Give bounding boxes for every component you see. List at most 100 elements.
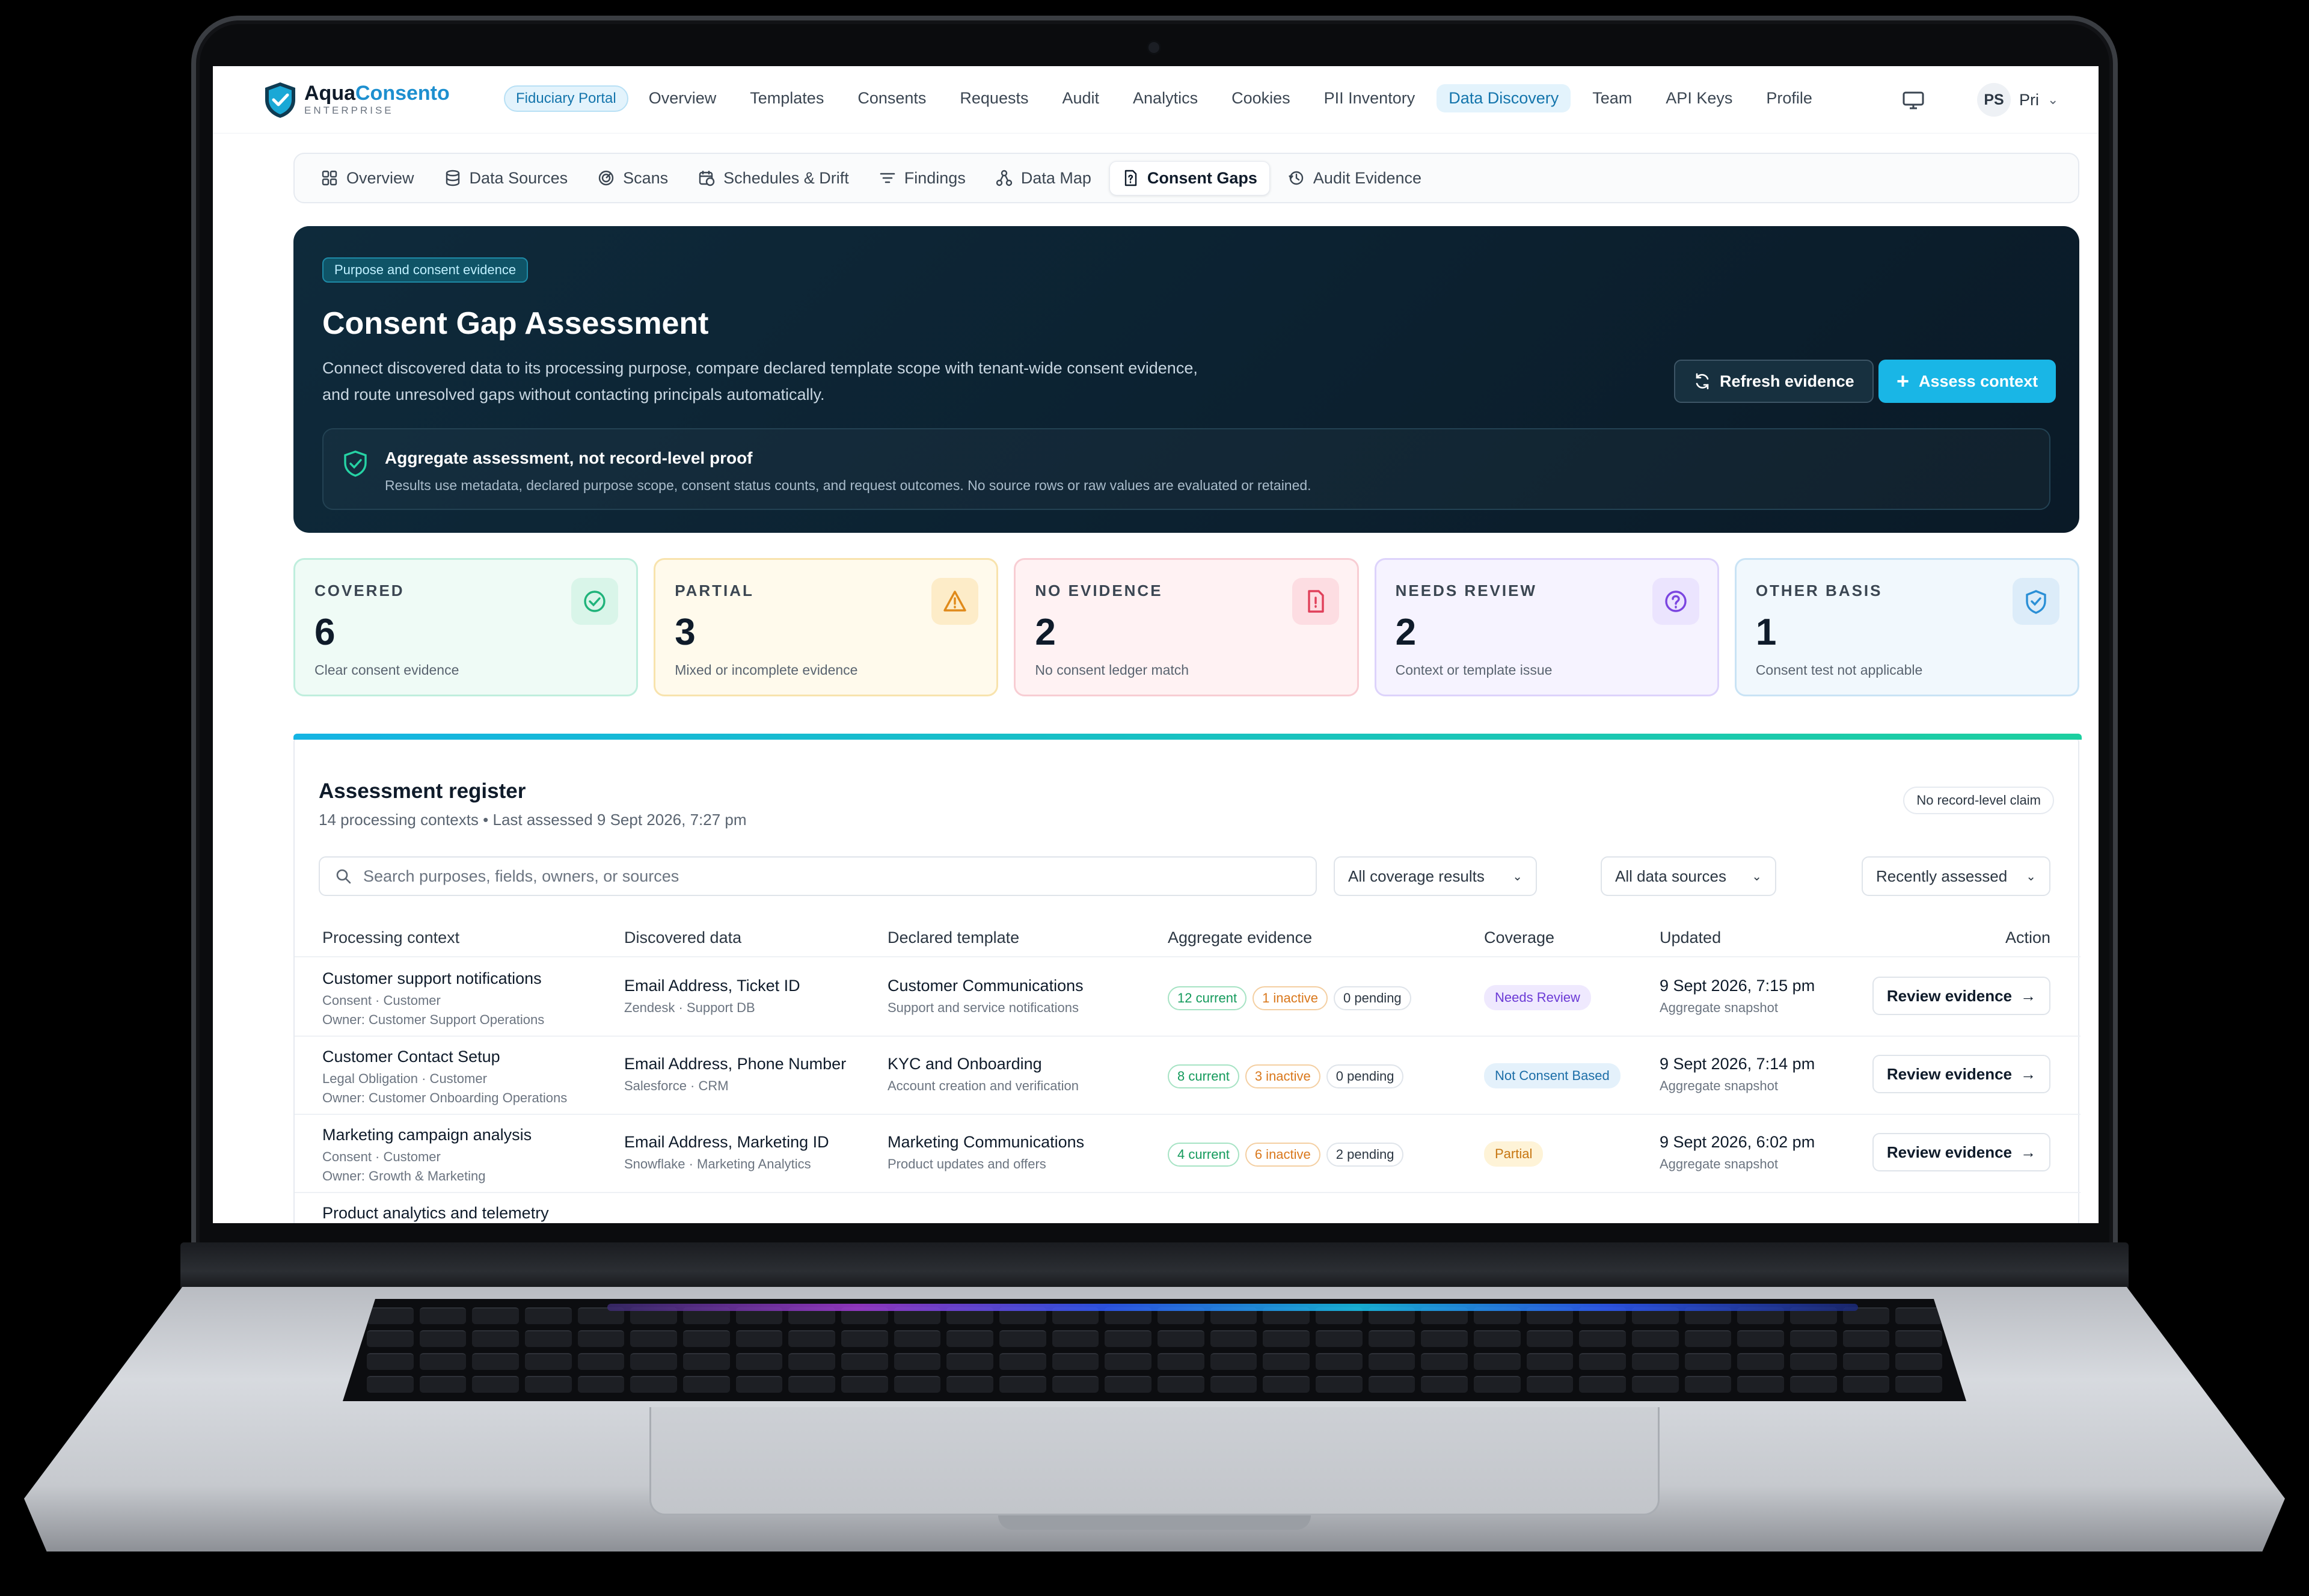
laptop-hinge <box>180 1242 2129 1291</box>
keyboard-key <box>1579 1330 1626 1347</box>
stat-subtitle: Context or template issue <box>1395 662 1553 678</box>
col-coverage[interactable]: Coverage <box>1484 928 1554 947</box>
nav-team[interactable]: Team <box>1592 89 1632 108</box>
tab-data-sources[interactable]: Data Sources <box>432 162 580 195</box>
register-subtitle: 14 processing contexts • Last assessed 9… <box>319 811 747 829</box>
keyboard-key <box>1684 1353 1732 1370</box>
updated-note: Aggregate snapshot <box>1660 1156 1778 1171</box>
keyboard-key <box>1789 1353 1837 1370</box>
brand-logo[interactable]: AquaConsento ENTERPRISE <box>262 81 450 119</box>
refresh-icon <box>1696 373 1709 390</box>
review-evidence-label: Review evidence <box>1886 1064 2012 1083</box>
nav-api-keys[interactable]: API Keys <box>1666 89 1732 108</box>
search-input[interactable] <box>363 867 1265 886</box>
table-row[interactable]: Customer support notifications Consent ·… <box>295 959 2081 1037</box>
user-name: Pri <box>2019 90 2039 109</box>
pending-count: 0 pending <box>1334 986 1411 1010</box>
aggregate-note: Aggregate assessment, not record-level p… <box>322 428 2050 510</box>
keyboard-key <box>788 1376 835 1393</box>
keyboard-key <box>419 1376 467 1393</box>
grid-icon <box>322 170 337 186</box>
user-menu[interactable]: PS Pri ⌄ <box>1977 83 2058 117</box>
col-discovered-data[interactable]: Discovered data <box>624 928 741 947</box>
keyboard-key <box>1421 1353 1468 1370</box>
nav-pii-inventory[interactable]: PII Inventory <box>1324 89 1415 108</box>
nav-cookies[interactable]: Cookies <box>1231 89 1290 108</box>
col-declared-template[interactable]: Declared template <box>888 928 1019 947</box>
assess-context-label: Assess context <box>1919 372 2038 390</box>
tab-overview[interactable]: Overview <box>309 162 426 195</box>
avatar: PS <box>1977 83 2011 117</box>
tab-scans[interactable]: Scans <box>586 162 680 195</box>
pending-count: 2 pending <box>1326 1143 1404 1167</box>
keyboard-key <box>788 1353 835 1370</box>
keyboard-key <box>1052 1376 1099 1393</box>
keyboard-key <box>735 1376 783 1393</box>
help-circle-icon <box>1652 578 1699 625</box>
keyboard-key <box>735 1330 783 1347</box>
review-evidence-button[interactable]: Review evidence → <box>1872 1055 2050 1093</box>
keyboard-key <box>1631 1376 1679 1393</box>
stat-partial[interactable]: PARTIAL 3 Mixed or incomplete evidence <box>654 558 999 696</box>
keyboard-key <box>577 1376 625 1393</box>
review-evidence-button[interactable]: Review evidence → <box>1872 977 2050 1015</box>
nav-audit[interactable]: Audit <box>1062 89 1099 108</box>
table-row[interactable]: Marketing campaign analysis Consent · Cu… <box>295 1115 2081 1193</box>
check-circle-icon <box>571 578 619 625</box>
stat-no-evidence[interactable]: NO EVIDENCE 2 No consent ledger match <box>1014 558 1359 696</box>
file-question-icon <box>1124 170 1137 186</box>
keyboard-key <box>1684 1376 1732 1393</box>
evidence-chips: 4 current 6 inactive 2 pending <box>1168 1143 1409 1167</box>
keyboard-key <box>524 1307 572 1324</box>
sort-select[interactable]: Recently assessed ⌄ <box>1862 856 2050 896</box>
stat-needs-review[interactable]: NEEDS REVIEW 2 Context or template issue <box>1374 558 1719 696</box>
tab-data-map[interactable]: Data Map <box>984 162 1103 195</box>
keyboard-key <box>630 1376 677 1393</box>
coverage-filter[interactable]: All coverage results ⌄ <box>1334 856 1537 896</box>
tab-consent-gaps[interactable]: Consent Gaps <box>1109 161 1270 195</box>
nav-requests[interactable]: Requests <box>960 89 1028 108</box>
keyboard-key <box>682 1376 730 1393</box>
tab-findings[interactable]: Findings <box>867 162 978 195</box>
chevron-down-icon: ⌄ <box>2026 870 2036 883</box>
refresh-evidence-button[interactable]: Refresh evidence <box>1674 360 1874 403</box>
col-aggregate-evidence[interactable]: Aggregate evidence <box>1168 928 1312 947</box>
keyboard-key <box>1052 1330 1099 1347</box>
trackpad <box>649 1407 1660 1515</box>
stat-covered[interactable]: COVERED 6 Clear consent evidence <box>293 558 639 696</box>
col-updated[interactable]: Updated <box>1660 928 1721 947</box>
context-name: Customer Contact Setup <box>322 1048 500 1066</box>
nav-data-discovery[interactable]: Data Discovery <box>1437 84 1571 112</box>
assessment-register: Assessment register 14 processing contex… <box>293 734 2082 1223</box>
keyboard-key <box>841 1376 888 1393</box>
monitor-icon[interactable] <box>1903 91 1924 109</box>
tab-label: Findings <box>904 168 966 187</box>
keyboard-key <box>419 1353 467 1370</box>
table-row[interactable]: Customer Contact Setup Legal Obligation … <box>295 1037 2081 1115</box>
table-row[interactable]: Product analytics and telemetry <box>295 1193 2081 1223</box>
nav-profile[interactable]: Profile <box>1766 89 1812 108</box>
keyboard <box>343 1299 1966 1401</box>
brand-name: AquaConsento <box>304 82 450 105</box>
keyboard-key <box>841 1353 888 1370</box>
source-filter[interactable]: All data sources ⌄ <box>1601 856 1776 896</box>
keyboard-key <box>999 1353 1046 1370</box>
tab-audit-evidence[interactable]: Audit Evidence <box>1276 162 1434 195</box>
nav-overview[interactable]: Overview <box>649 89 717 108</box>
hero-description: Connect discovered data to its processin… <box>322 359 1198 404</box>
search-box[interactable] <box>319 856 1317 896</box>
keyboard-key <box>1263 1353 1310 1370</box>
assess-context-button[interactable]: + Assess context <box>1878 360 2056 403</box>
review-evidence-button[interactable]: Review evidence → <box>1872 1133 2050 1171</box>
keyboard-key <box>630 1353 677 1370</box>
nav-templates[interactable]: Templates <box>750 89 824 108</box>
tab-schedules-drift[interactable]: Schedules & Drift <box>686 162 861 195</box>
keyboard-key <box>1157 1353 1204 1370</box>
stat-other-basis[interactable]: OTHER BASIS 1 Consent test not applicabl… <box>1734 558 2080 696</box>
discovered-source: Zendesk · Support DB <box>624 1000 755 1015</box>
col-processing-context[interactable]: Processing context <box>322 928 459 947</box>
keyboard-key <box>472 1376 519 1393</box>
nav-consents[interactable]: Consents <box>857 89 926 108</box>
keyboard-key <box>472 1353 519 1370</box>
nav-analytics[interactable]: Analytics <box>1133 89 1198 108</box>
